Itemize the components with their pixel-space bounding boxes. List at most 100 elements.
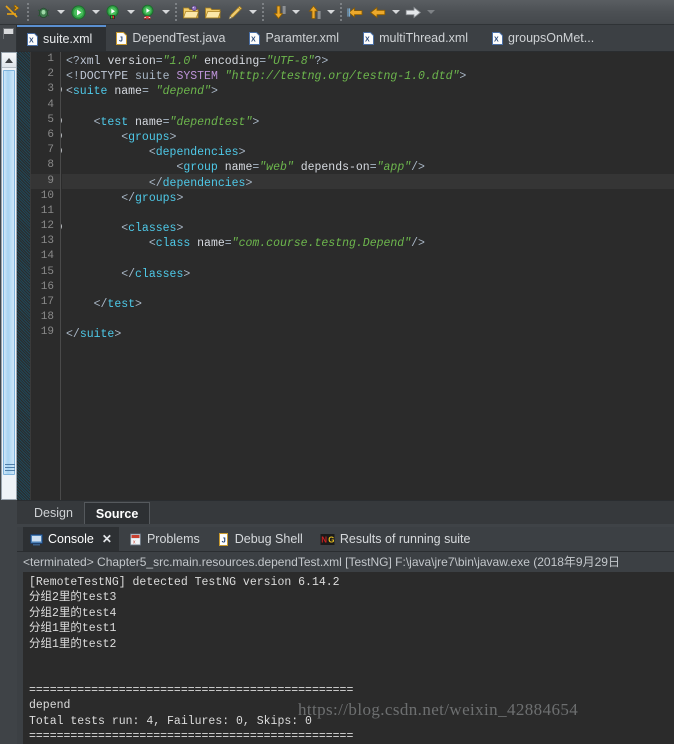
scrollbar-up-arrow[interactable] bbox=[2, 53, 16, 68]
line-number-ruler: 1 2 3 4 5 6 7 8 9 10 11 12 13 14 15 16 1… bbox=[31, 52, 70, 500]
editor-tab-label: DependTest.java bbox=[132, 31, 226, 45]
console-output-line: ========================================… bbox=[29, 730, 354, 744]
debug-icon[interactable] bbox=[32, 1, 54, 23]
back-arrow-icon[interactable] bbox=[367, 1, 389, 23]
code-line: <suite name= "depend"> bbox=[66, 85, 218, 99]
svg-text:X: X bbox=[365, 36, 370, 43]
line-number: 5 bbox=[47, 113, 54, 126]
line-number: 11 bbox=[40, 204, 54, 217]
back-history-icon[interactable] bbox=[345, 1, 367, 23]
line-number: 6 bbox=[47, 128, 54, 141]
scrollbar-thumb[interactable] bbox=[3, 70, 15, 475]
line-number: 1 bbox=[47, 53, 54, 65]
view-tab-label: Console bbox=[48, 532, 94, 546]
console-output-line: 分组1里的test2 bbox=[29, 637, 117, 651]
editor-tab-paramter-xml[interactable]: X Paramter.xml bbox=[239, 25, 353, 51]
new-java-package-icon[interactable] bbox=[180, 1, 202, 23]
code-line: <groups> bbox=[121, 130, 177, 144]
editor-annotation-ruler[interactable] bbox=[17, 52, 31, 500]
svg-text:N: N bbox=[321, 535, 327, 544]
code-line: </test> bbox=[93, 298, 142, 311]
toolbar-separator-4 bbox=[340, 3, 342, 21]
run-coverage-icon[interactable] bbox=[102, 1, 124, 23]
external-tools-dropdown-arrow[interactable] bbox=[159, 1, 172, 23]
editor-tab-label: suite.xml bbox=[43, 32, 93, 46]
editor-tab-multithread-xml[interactable]: X multiThread.xml bbox=[353, 25, 482, 51]
forward-dropdown-arrow[interactable] bbox=[424, 1, 437, 23]
line-number: 8 bbox=[47, 159, 54, 172]
editor-tab-suite-xml[interactable]: X suite.xml bbox=[17, 25, 107, 51]
console-icon bbox=[30, 533, 43, 545]
editor-tab-groupsonmethod-xml[interactable]: X groupsOnMet... bbox=[482, 25, 608, 51]
coverage-dropdown-arrow[interactable] bbox=[124, 1, 137, 23]
minimized-view-icon[interactable] bbox=[3, 28, 15, 40]
forward-arrow-icon[interactable] bbox=[402, 1, 424, 23]
testng-icon: N G bbox=[320, 533, 335, 545]
main-toolbar bbox=[0, 0, 674, 25]
skip-all-breakpoints-icon[interactable] bbox=[2, 1, 24, 23]
watermark-text: https://blog.csdn.net/weixin_42884654 bbox=[298, 700, 579, 719]
editor-tab-dependtest-java[interactable]: J DependTest.java bbox=[106, 25, 239, 51]
tab-console[interactable]: Console ✕ bbox=[23, 527, 119, 551]
line-number: 2 bbox=[47, 68, 54, 81]
debug-dropdown-arrow[interactable] bbox=[54, 1, 67, 23]
view-tab-label: Debug Shell bbox=[234, 532, 303, 546]
svg-text:J: J bbox=[221, 535, 225, 544]
edit-dropdown-arrow[interactable] bbox=[246, 1, 259, 23]
tab-design[interactable]: Design bbox=[23, 502, 84, 524]
editor-mode-tabs: Design Source bbox=[17, 500, 674, 524]
code-content[interactable]: <?xml version="1.0" encoding="UTF-8"?> <… bbox=[62, 52, 674, 500]
code-line: <classes> bbox=[121, 222, 184, 236]
line-number: 3 bbox=[47, 83, 54, 96]
open-type-icon[interactable] bbox=[202, 1, 224, 23]
xml-source-editor[interactable]: 1 2 3 4 5 6 7 8 9 10 11 12 13 14 15 16 1… bbox=[17, 52, 674, 500]
line-number: 16 bbox=[40, 280, 54, 293]
close-icon[interactable]: ✕ bbox=[102, 532, 112, 546]
tab-source[interactable]: Source bbox=[83, 501, 151, 524]
view-tab-label: Results of running suite bbox=[339, 532, 471, 546]
run-dropdown-arrow[interactable] bbox=[89, 1, 102, 23]
next-annotation-icon[interactable] bbox=[267, 1, 289, 23]
xml-file-icon: X bbox=[27, 32, 38, 46]
line-number: 14 bbox=[40, 250, 54, 263]
pencil-edit-icon[interactable] bbox=[224, 1, 246, 23]
editor-tab-label: multiThread.xml bbox=[379, 31, 469, 45]
code-line: <test name="dependtest"> bbox=[93, 115, 260, 129]
console-output-line: 分组1里的test1 bbox=[29, 622, 117, 636]
tab-problems[interactable]: x Problems bbox=[122, 527, 207, 551]
java-file-icon: J bbox=[116, 31, 128, 45]
editor-tab-label: groupsOnMet... bbox=[508, 31, 595, 45]
console-output-line: [RemoteTestNG] detected TestNG version 6… bbox=[29, 576, 340, 589]
line-number: 7 bbox=[47, 144, 54, 157]
code-line: <class name="com.course.testng.Depend"/> bbox=[148, 237, 425, 251]
line-number: 10 bbox=[40, 189, 54, 202]
toolbar-separator-3 bbox=[262, 3, 264, 21]
run-icon[interactable] bbox=[67, 1, 89, 23]
code-line: <!DOCTYPE suite SYSTEM "http://testng.or… bbox=[66, 70, 467, 84]
terminated-launch-label: <terminated> Chapter5_src.main.resources… bbox=[17, 552, 674, 572]
svg-text:G: G bbox=[328, 535, 334, 544]
tab-debug-shell[interactable]: J Debug Shell bbox=[210, 527, 310, 551]
toolbar-separator bbox=[27, 3, 29, 21]
outer-vertical-scrollbar[interactable] bbox=[1, 52, 17, 500]
code-line: </classes> bbox=[121, 267, 191, 281]
previous-annotation-dropdown-arrow[interactable] bbox=[324, 1, 337, 23]
xml-file-icon: X bbox=[492, 31, 504, 45]
code-line: </groups> bbox=[121, 191, 184, 205]
code-line: <group name="web" depends-on="app"/> bbox=[176, 161, 425, 175]
debug-shell-icon: J bbox=[218, 532, 228, 546]
run-last-tool-icon[interactable] bbox=[137, 1, 159, 23]
previous-annotation-icon[interactable] bbox=[302, 1, 324, 23]
next-annotation-dropdown-arrow[interactable] bbox=[289, 1, 302, 23]
console-output-line: 分组2里的test4 bbox=[29, 606, 117, 620]
view-tab-bar: Console ✕ x Problems J Debug Shell N G R… bbox=[17, 527, 674, 552]
tab-results-of-running-suite[interactable]: N G Results of running suite bbox=[313, 527, 478, 551]
line-number: 12 bbox=[40, 220, 54, 233]
editor-tab-label: Paramter.xml bbox=[265, 31, 340, 45]
editor-tab-bar: X suite.xml J DependTest.java X Paramter… bbox=[17, 25, 674, 52]
back-dropdown-arrow[interactable] bbox=[389, 1, 402, 23]
line-number: 18 bbox=[40, 311, 54, 324]
svg-text:X: X bbox=[494, 36, 499, 43]
